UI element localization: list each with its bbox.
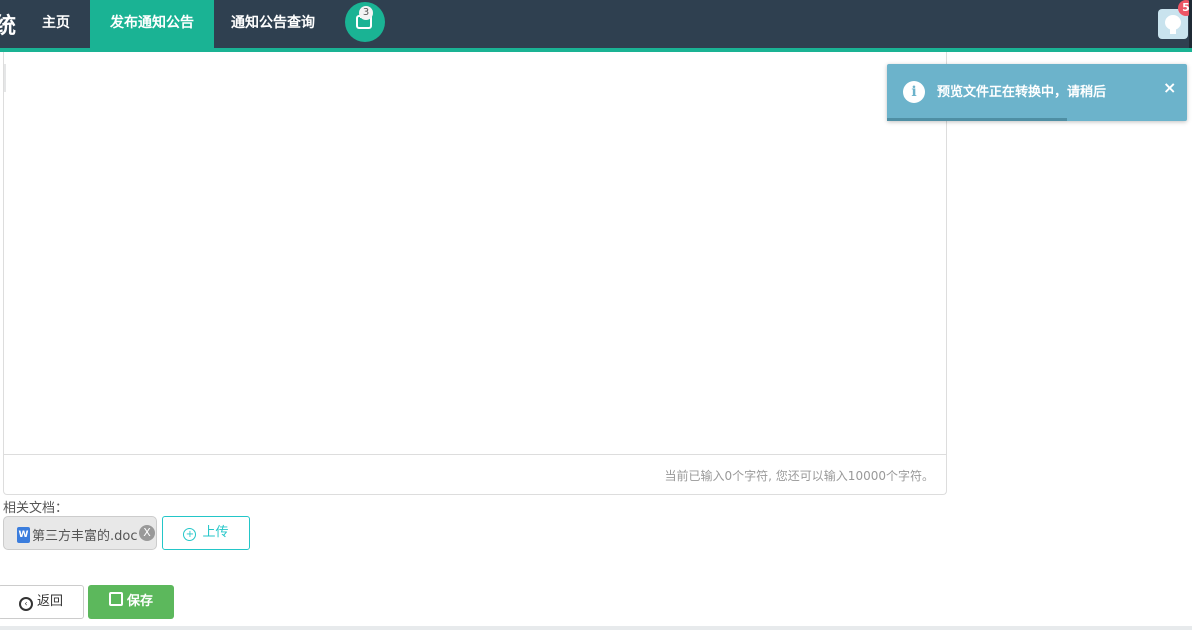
related-docs-label: 相关文档：	[3, 501, 69, 516]
attachment-filename[interactable]: 第三方丰富的.doc	[32, 525, 138, 544]
plus-circle-icon: +	[183, 528, 197, 541]
close-icon[interactable]: ×	[1163, 78, 1176, 97]
remove-attachment-icon[interactable]: X	[139, 525, 155, 541]
toast-message: 预览文件正在转换中，请稍后	[937, 85, 1107, 100]
editor-left-edge	[4, 64, 6, 92]
page-bottom-border	[0, 626, 1192, 630]
arrow-left-circle-icon: ‹	[18, 597, 33, 611]
nav-publish-notice[interactable]: 发布通知公告	[90, 0, 214, 48]
upload-label: 上传	[202, 525, 229, 540]
save-button[interactable]: 保存	[88, 585, 174, 619]
attachment-chip[interactable]: W 第三方丰富的.doc X	[3, 516, 157, 550]
save-label: 保存	[126, 594, 153, 609]
back-label: 返回	[36, 594, 63, 609]
floppy-disk-icon	[108, 592, 123, 606]
rich-text-editor[interactable]: 当前已输入0个字符, 您还可以输入10000个字符。	[3, 52, 947, 495]
toast-progress-track	[887, 118, 1187, 121]
brand-title: 统	[0, 14, 17, 39]
info-icon: i	[903, 81, 925, 103]
word-file-icon: W	[17, 527, 30, 543]
top-navbar: 统 主页 发布通知公告 通知公告查询 3 5	[0, 0, 1192, 52]
message-bag-button[interactable]: 3	[345, 2, 385, 42]
upload-button[interactable]: + 上传	[162, 516, 250, 550]
nav-home[interactable]: 主页	[26, 0, 86, 48]
nav-notice-query[interactable]: 通知公告查询	[216, 0, 330, 48]
toast-progress-bar	[887, 118, 1067, 121]
message-count-badge: 3	[359, 6, 373, 20]
char-count-text: 当前已输入0个字符, 您还可以输入10000个字符。	[664, 469, 934, 483]
back-button[interactable]: ‹ 返回	[0, 585, 84, 619]
editor-status-bar: 当前已输入0个字符, 您还可以输入10000个字符。	[4, 454, 946, 495]
info-toast: i 预览文件正在转换中，请稍后 ×	[887, 64, 1187, 121]
